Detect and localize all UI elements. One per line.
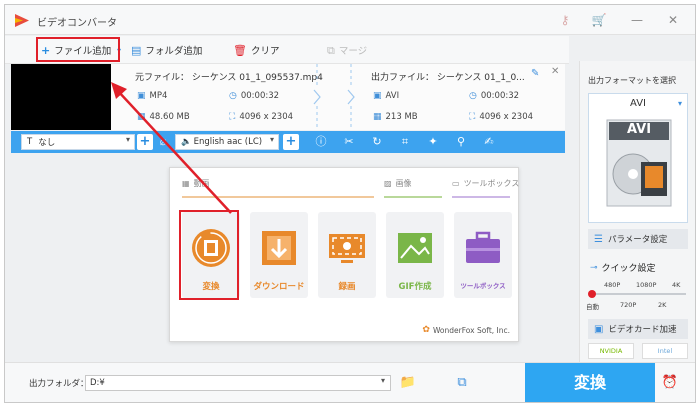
annotation-arrow: [111, 82, 232, 214]
app-window: ビデオコンバータ ⚷ 🛒 — ✕ + ファイル追加 ▾ ▤ フォルダ追加 🗑 ク…: [4, 4, 696, 403]
